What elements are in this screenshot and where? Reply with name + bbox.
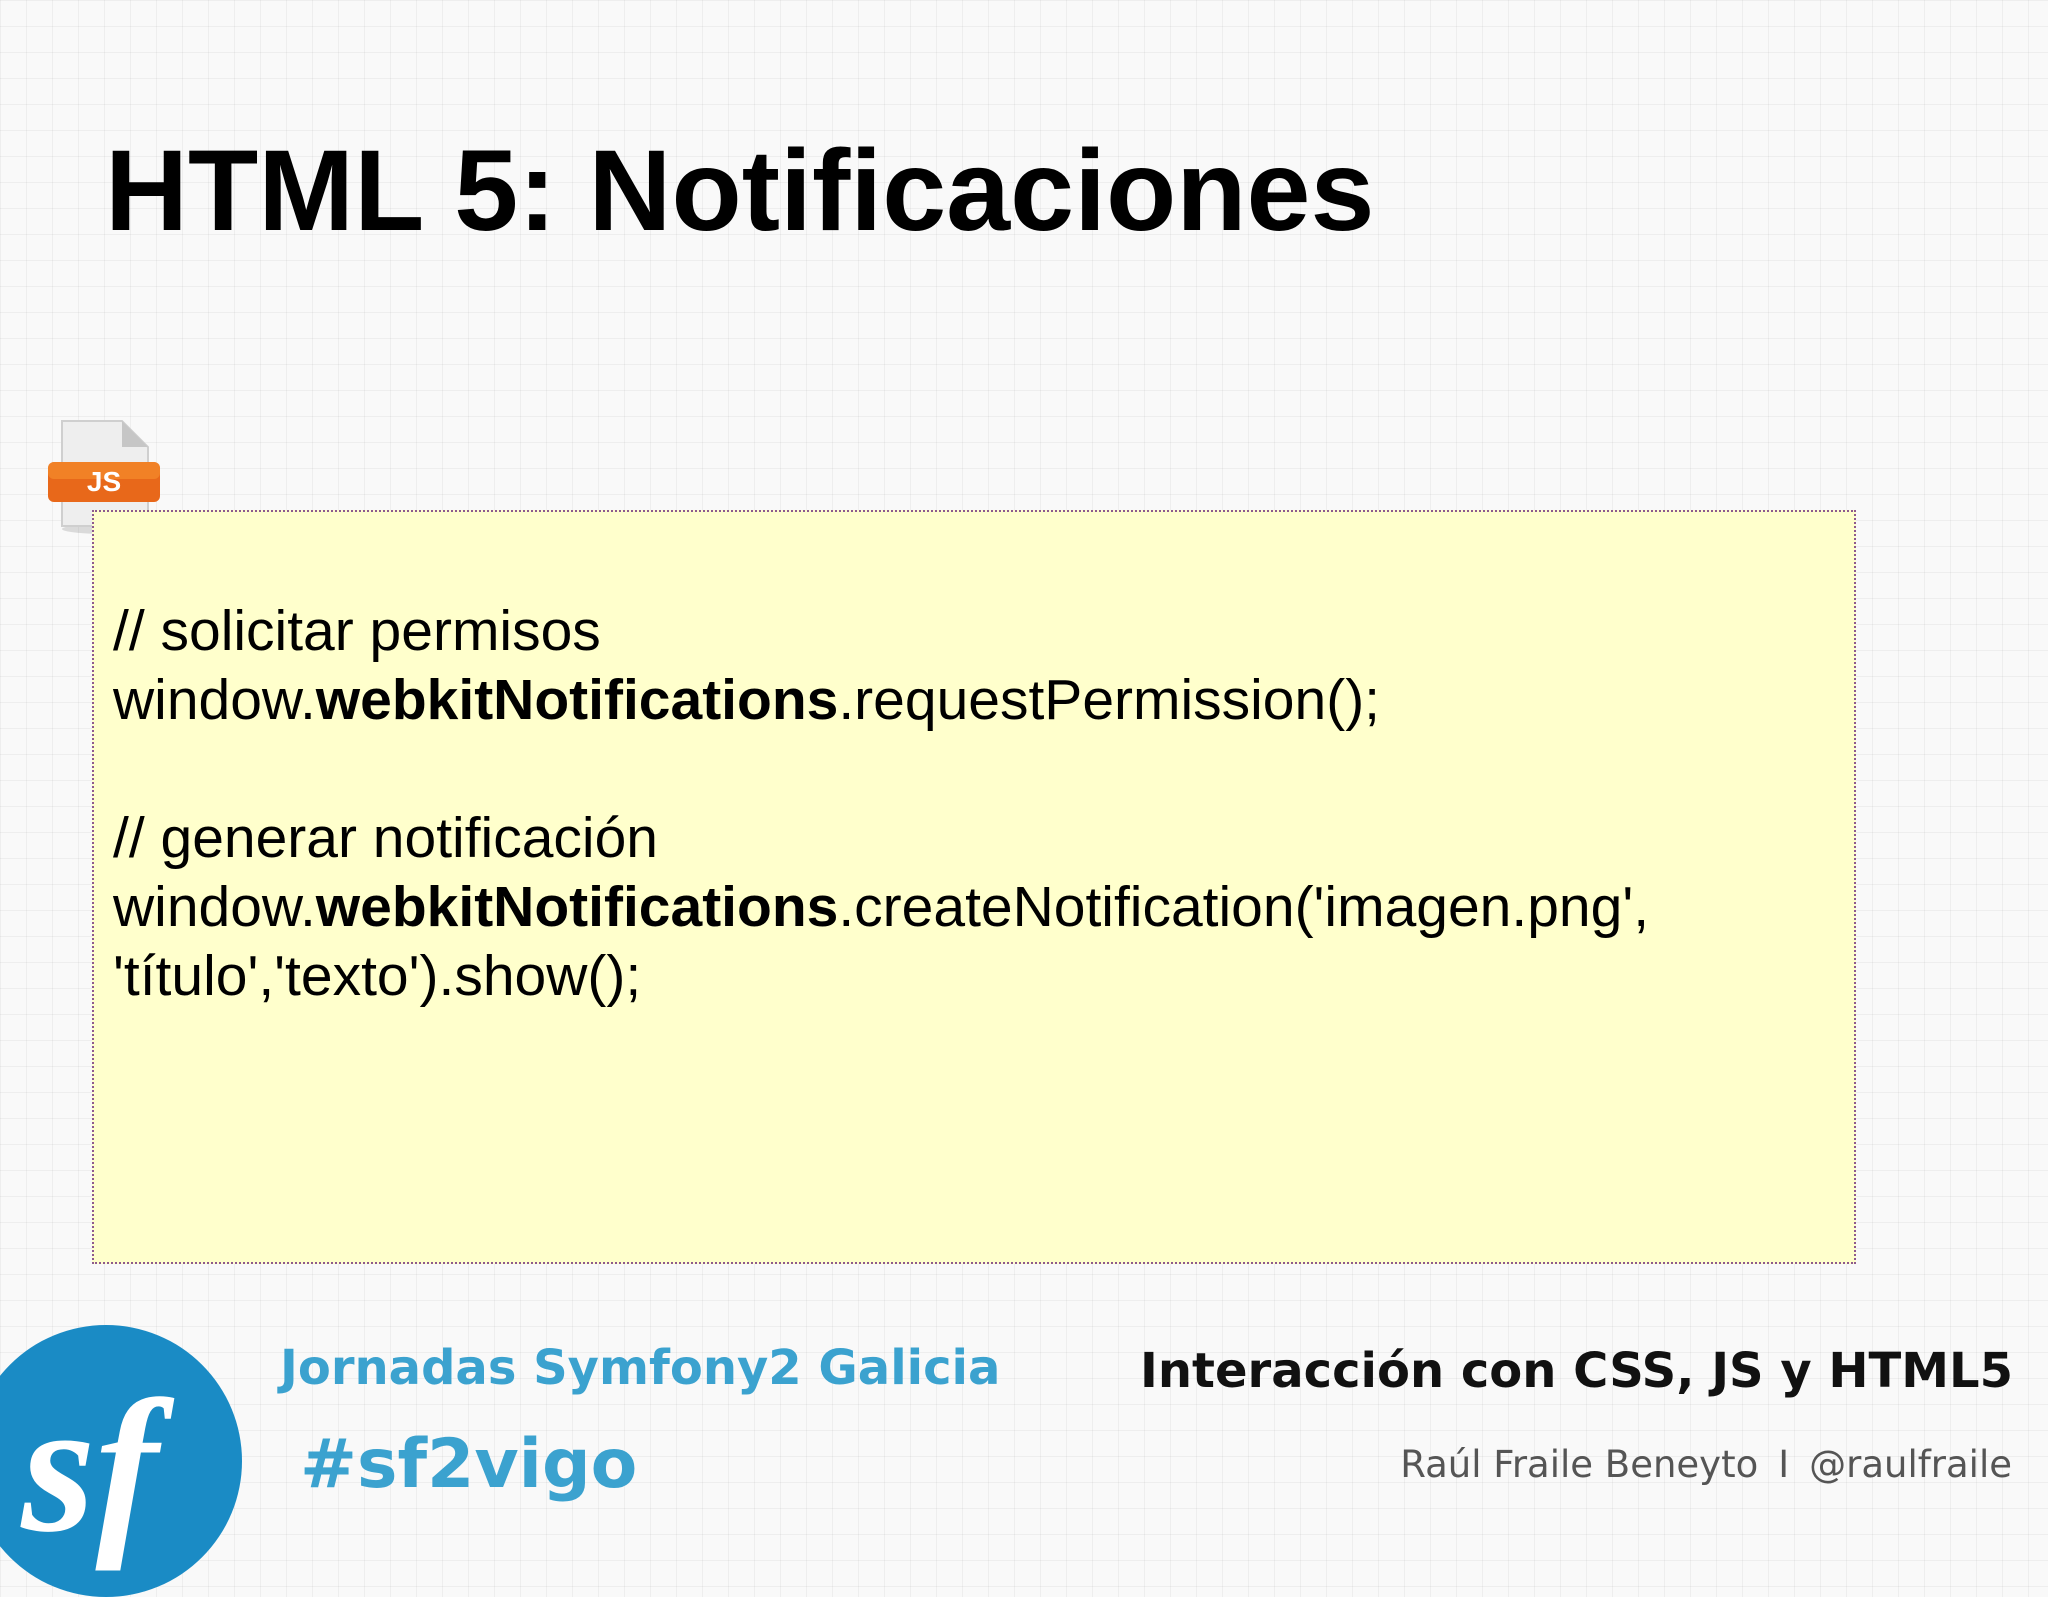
author-handle: @raulfraile — [1809, 1443, 2012, 1486]
slide-title: HTML 5: Notificaciones — [105, 127, 1375, 255]
code-token-bold: webkitNotifications — [315, 875, 839, 939]
code-token: window. — [113, 875, 316, 939]
code-comment-notification: // generar notificación — [113, 806, 658, 870]
code-request-permission-line: window.webkitNotifications.requestPermis… — [113, 666, 1834, 735]
js-badge-label: JS — [87, 466, 121, 497]
svg-text:sf: sf — [19, 1362, 175, 1572]
author-name: Raúl Fraile Beneyto — [1400, 1443, 1759, 1486]
code-token: window. — [113, 668, 316, 732]
event-name: Jornadas Symfony2 Galicia — [280, 1340, 1001, 1396]
code-show-line: 'título','texto').show(); — [113, 944, 642, 1008]
code-comment-permissions: // solicitar permisos — [113, 599, 601, 663]
author-line: Raúl Fraile Beneyto I @raulfraile — [1400, 1443, 2012, 1486]
event-hashtag: #sf2vigo — [300, 1425, 638, 1504]
talk-title: Interacción con CSS, JS y HTML5 — [1140, 1343, 2013, 1399]
symfony-logo-icon: sf — [0, 1325, 242, 1597]
author-separator: I — [1778, 1443, 1790, 1486]
code-token-bold: webkitNotifications — [315, 668, 839, 732]
code-create-notification-line: window.webkitNotifications.createNotific… — [113, 873, 1834, 942]
code-box: // solicitar permisos window.webkitNotif… — [92, 510, 1856, 1264]
code-token: .createNotification('imagen.png', — [838, 875, 1650, 939]
code-token: .requestPermission(); — [838, 668, 1381, 732]
